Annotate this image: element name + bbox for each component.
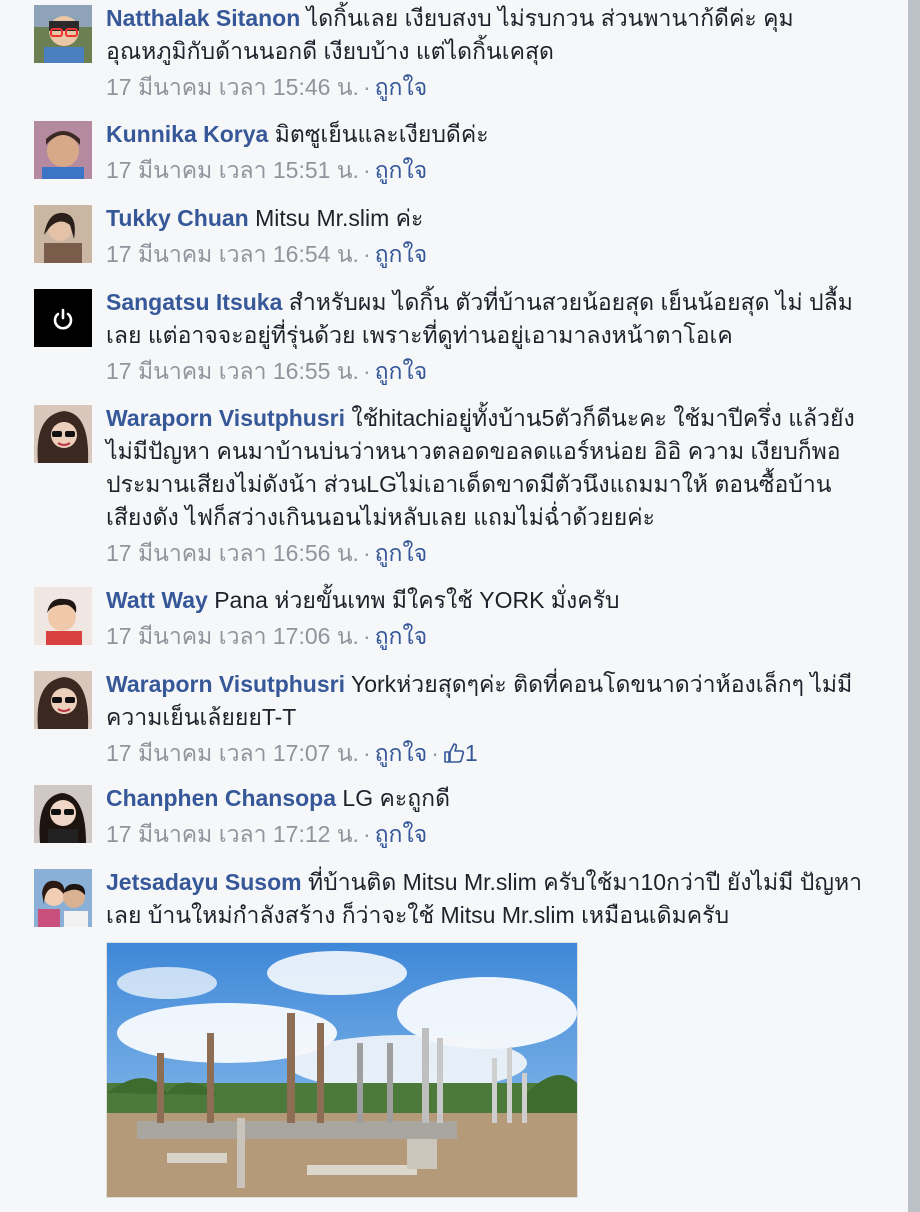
comment-text: Mitsu Mr.slim ค่ะ — [255, 205, 424, 231]
comment-timestamp[interactable]: 17 มีนาคม เวลา 16:56 น. — [106, 540, 359, 566]
comment-meta: 17 มีนาคม เวลา 16:54 น. · ถูกใจ — [106, 241, 428, 267]
comment-timestamp[interactable]: 17 มีนาคม เวลา 15:51 น. — [106, 157, 359, 183]
avatar[interactable] — [34, 205, 92, 263]
comment-author[interactable]: Watt Way — [106, 587, 208, 613]
like-button[interactable]: ถูกใจ — [375, 540, 428, 566]
comment-meta: 17 มีนาคม เวลา 16:56 น. · ถูกใจ — [106, 540, 428, 566]
comment-meta: 17 มีนาคม เวลา 17:06 น. · ถูกใจ — [106, 623, 428, 649]
comment-author[interactable]: Chanphen Chansopa — [106, 785, 336, 811]
like-button[interactable]: ถูกใจ — [375, 821, 428, 847]
like-count: 1 — [464, 740, 478, 766]
comment-timestamp[interactable]: 17 มีนาคม เวลา 17:12 น. — [106, 821, 359, 847]
comment-meta: 17 มีนาคม เวลา 17:07 น. · ถูกใจ · 1 — [106, 740, 478, 766]
comment-author[interactable]: Sangatsu Itsuka — [106, 289, 282, 315]
avatar[interactable] — [34, 587, 92, 645]
comment-meta: 17 มีนาคม เวลา 15:46 น. · ถูกใจ — [106, 74, 428, 100]
avatar[interactable] — [34, 671, 92, 729]
comment-meta: 17 มีนาคม เวลา 17:12 น. · ถูกใจ — [106, 821, 428, 847]
like-button[interactable]: ถูกใจ — [375, 157, 428, 183]
like-button[interactable]: ถูกใจ — [375, 358, 428, 384]
comment-author[interactable]: Waraporn Visutphusri — [106, 671, 345, 697]
comment-author[interactable]: Waraporn Visutphusri — [106, 405, 345, 431]
power-icon[interactable] — [34, 289, 92, 347]
avatar[interactable] — [34, 405, 92, 463]
comment-author[interactable]: Tukky Chuan — [106, 205, 249, 231]
like-button[interactable]: ถูกใจ — [375, 623, 428, 649]
reaction-count[interactable]: 1 — [443, 740, 478, 766]
comment-author[interactable]: Natthalak Sitanon — [106, 5, 300, 31]
comment-author[interactable]: Kunnika Korya — [106, 121, 268, 147]
avatar[interactable] — [34, 5, 92, 63]
like-button[interactable]: ถูกใจ — [375, 241, 428, 267]
comment-meta: 17 มีนาคม เวลา 16:55 น. · ถูกใจ — [106, 358, 428, 384]
comment-text: Pana ห่วยขั้นเทพ มีใครใช้ YORK มั่งครับ — [214, 587, 620, 613]
thumbs-up-icon — [444, 743, 464, 763]
like-button[interactable]: ถูกใจ — [375, 740, 428, 766]
avatar[interactable] — [34, 869, 92, 927]
comment-meta: 17 มีนาคม เวลา 15:51 น. · ถูกใจ — [106, 157, 428, 183]
construction-site-photo[interactable] — [106, 942, 578, 1198]
comment-timestamp[interactable]: 17 มีนาคม เวลา 15:46 น. — [106, 74, 359, 100]
like-button[interactable]: ถูกใจ — [375, 74, 428, 100]
avatar[interactable] — [34, 121, 92, 179]
comment-timestamp[interactable]: 17 มีนาคม เวลา 17:07 น. — [106, 740, 359, 766]
avatar[interactable] — [34, 785, 92, 843]
comment-author[interactable]: Jetsadayu Susom — [106, 869, 302, 895]
comment-timestamp[interactable]: 17 มีนาคม เวลา 17:06 น. — [106, 623, 359, 649]
scrollbar-track[interactable] — [908, 0, 920, 1212]
comment-text: LG คะถูกดี — [342, 785, 451, 811]
comment-text: มิตซูเย็นและเงียบดีค่ะ — [274, 121, 489, 147]
comment-timestamp[interactable]: 17 มีนาคม เวลา 16:55 น. — [106, 358, 359, 384]
comment-timestamp[interactable]: 17 มีนาคม เวลา 16:54 น. — [106, 241, 359, 267]
